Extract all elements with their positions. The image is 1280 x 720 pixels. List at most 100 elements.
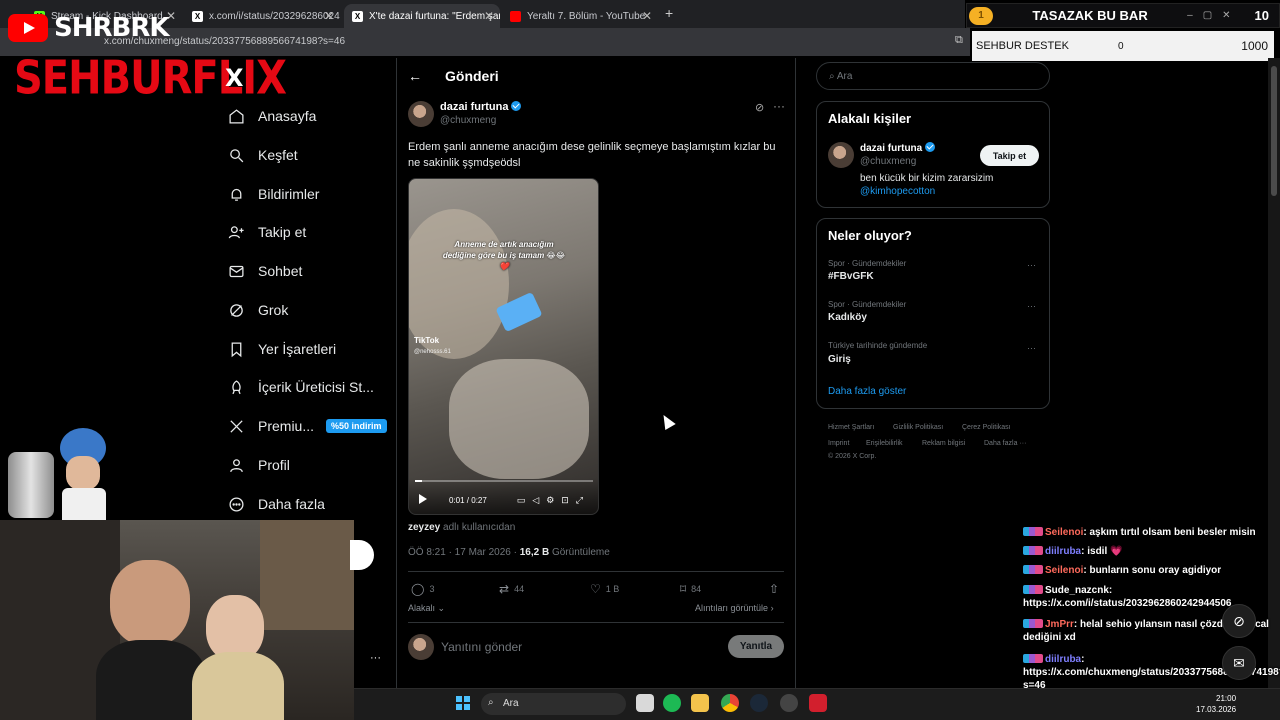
share-action[interactable]: ⇧ [769,582,784,596]
reply-input[interactable]: Yanıtını gönder [441,640,522,654]
chat-username[interactable]: diilruba [1045,546,1081,557]
trend-name[interactable]: #FBvGFK [828,271,874,282]
webcam-person-1-head [110,560,190,646]
windows-start-icon[interactable] [456,696,470,710]
task-view-icon[interactable] [636,694,654,712]
chat-badges-icon [1023,619,1043,628]
bookmark-action[interactable]: ⌑ 84 [680,582,701,596]
trend-more-icon[interactable]: ··· [1027,343,1036,353]
chat-username[interactable]: diilruba [1045,654,1081,665]
search-icon: ⌕ [829,71,835,82]
nav-item-8[interactable]: Premiu... %50 indirim [226,413,387,439]
nav-more-dots[interactable]: ··· [370,652,381,664]
close-icon[interactable]: ✕ [642,9,652,23]
tab-x-post[interactable]: X X'te dazai furtuna: "Erdem şanlı ✕ [344,4,500,28]
new-tab-button[interactable]: + [665,5,673,21]
nav-item-2[interactable]: Bildirimler [226,181,319,207]
post-meta: ÖÖ 8:21 · 17 Mar 2026 · 16,2 B Görüntüle… [408,547,610,558]
person-bio-link[interactable]: @kimhopecotton [860,186,935,197]
nav-post-button[interactable] [350,540,374,570]
view-quotes-link[interactable]: Alıntıları görüntüle › [695,603,774,613]
footer-link[interactable]: Erişilebilirlik [866,440,903,447]
messages-float-icon[interactable]: ✉ [1222,646,1256,680]
steam-icon[interactable] [750,694,768,712]
trend-name[interactable]: Giriş [828,354,851,365]
video-progress[interactable] [415,480,593,482]
author-avatar[interactable] [408,101,434,127]
footer-link[interactable]: Gizlilik Politikası [893,424,943,431]
nav-label: Sohbet [258,263,303,279]
like-action[interactable]: ♡ 1 B [590,582,619,596]
nav-item-1[interactable]: Keşfet [226,142,298,168]
spotify-icon[interactable] [663,694,681,712]
clock[interactable]: 21:00 17.03.2026 [1196,693,1236,715]
person-avatar[interactable] [828,142,854,168]
close-icon[interactable]: ✕ [484,9,494,23]
nav-item-10[interactable]: Daha fazla [226,491,325,517]
play-icon[interactable] [419,494,427,504]
obs-icon[interactable] [780,694,798,712]
footer-link[interactable]: Çerez Politikası [962,424,1011,431]
webcam-feed [0,520,354,720]
trend-more-icon[interactable]: ··· [1027,301,1036,311]
chat-username[interactable]: Seilenoi [1045,565,1083,576]
file-explorer-icon[interactable] [691,694,709,712]
bar-title: TASAZAK BU BAR [1032,8,1148,23]
bookmark-icon [226,339,246,359]
post-video[interactable]: Anneme de artık anacığım dediğine göre b… [408,178,599,515]
trend-category: Türkiye tarihinde gündemde [828,341,928,350]
chat-username[interactable]: JmPrr [1045,619,1074,630]
x-icon [226,416,246,436]
nav-item-7[interactable]: İçerik Üreticisi St... [226,374,374,400]
chat-username[interactable]: Seilenoi [1045,527,1083,538]
nav-item-5[interactable]: Grok [226,297,288,323]
footer-link[interactable]: Daha fazla ··· [984,440,1026,447]
stream-brand-logo: SHRBRK [8,8,169,48]
divider [408,571,784,572]
search-input[interactable]: ⌕ Ara [816,62,1050,90]
footer-link[interactable]: Reklam bilgisi [922,440,965,447]
grok-float-icon[interactable]: ⊘ [1222,604,1256,638]
more-options-icon[interactable]: ··· [773,99,785,113]
nav-item-6[interactable]: Yer İşaretleri [226,336,336,362]
chat-badges-icon [1023,654,1043,663]
taskbar-search[interactable]: ⌕ Ara [481,693,626,715]
x-icon: X [192,10,203,22]
trend-more-icon[interactable]: ··· [1027,260,1036,270]
nav-item-0[interactable]: Anasayfa [226,103,316,129]
copyright: © 2026 X Corp. [828,453,877,460]
follow-button[interactable]: Takip et [980,145,1039,166]
grok-icon [226,300,246,320]
reply-button[interactable]: Yanıtla [728,635,784,658]
reply-action[interactable]: ◯ 3 [411,582,434,596]
close-icon[interactable]: ✕ [324,9,334,23]
person-name[interactable]: dazai furtuna [860,142,936,154]
cast-icon[interactable]: ⧉ [955,34,963,47]
share-icon: ⇧ [769,582,780,596]
via-user[interactable]: zeyzey [408,522,440,533]
grok-icon[interactable]: ⊘ [755,101,764,114]
footer-link[interactable]: Imprint [828,440,849,447]
nav-item-9[interactable]: Profil [226,452,290,478]
person-handle[interactable]: @chuxmeng [860,156,916,167]
repost-action[interactable]: ⇄ 44 [499,582,524,596]
show-more-link[interactable]: Daha fazla göster [828,386,906,397]
x-logo[interactable]: X [225,64,244,92]
video-control-icons[interactable]: ▭◁⚙⊡⤢ [517,495,590,506]
author-name[interactable]: dazai furtuna [440,101,522,113]
person-bio: ben kücük bir kizim zararsizim [860,173,994,184]
chrome-icon[interactable] [721,694,739,712]
add-person-icon [226,222,246,242]
related-dropdown[interactable]: Alakalı ⌄ [408,603,445,614]
app-icon[interactable] [809,694,827,712]
nav-item-4[interactable]: Sohbet [226,258,302,284]
back-arrow-icon[interactable]: ← [408,68,422,84]
author-handle[interactable]: @chuxmeng [440,115,496,126]
nav-label: Yer İşaretleri [258,341,337,357]
tab-x-status[interactable]: X x.com/i/status/20329628602429... ✕ [184,4,340,28]
nav-item-3[interactable]: Takip et [226,219,306,245]
tab-youtube[interactable]: Yeraltı 7. Bölüm - YouTube ✕ [502,4,658,28]
footer-link[interactable]: Hizmet Şartları [828,424,874,431]
trend-name[interactable]: Kadıköy [828,312,867,323]
chat-username[interactable]: Sude_nazcnk [1045,585,1109,596]
